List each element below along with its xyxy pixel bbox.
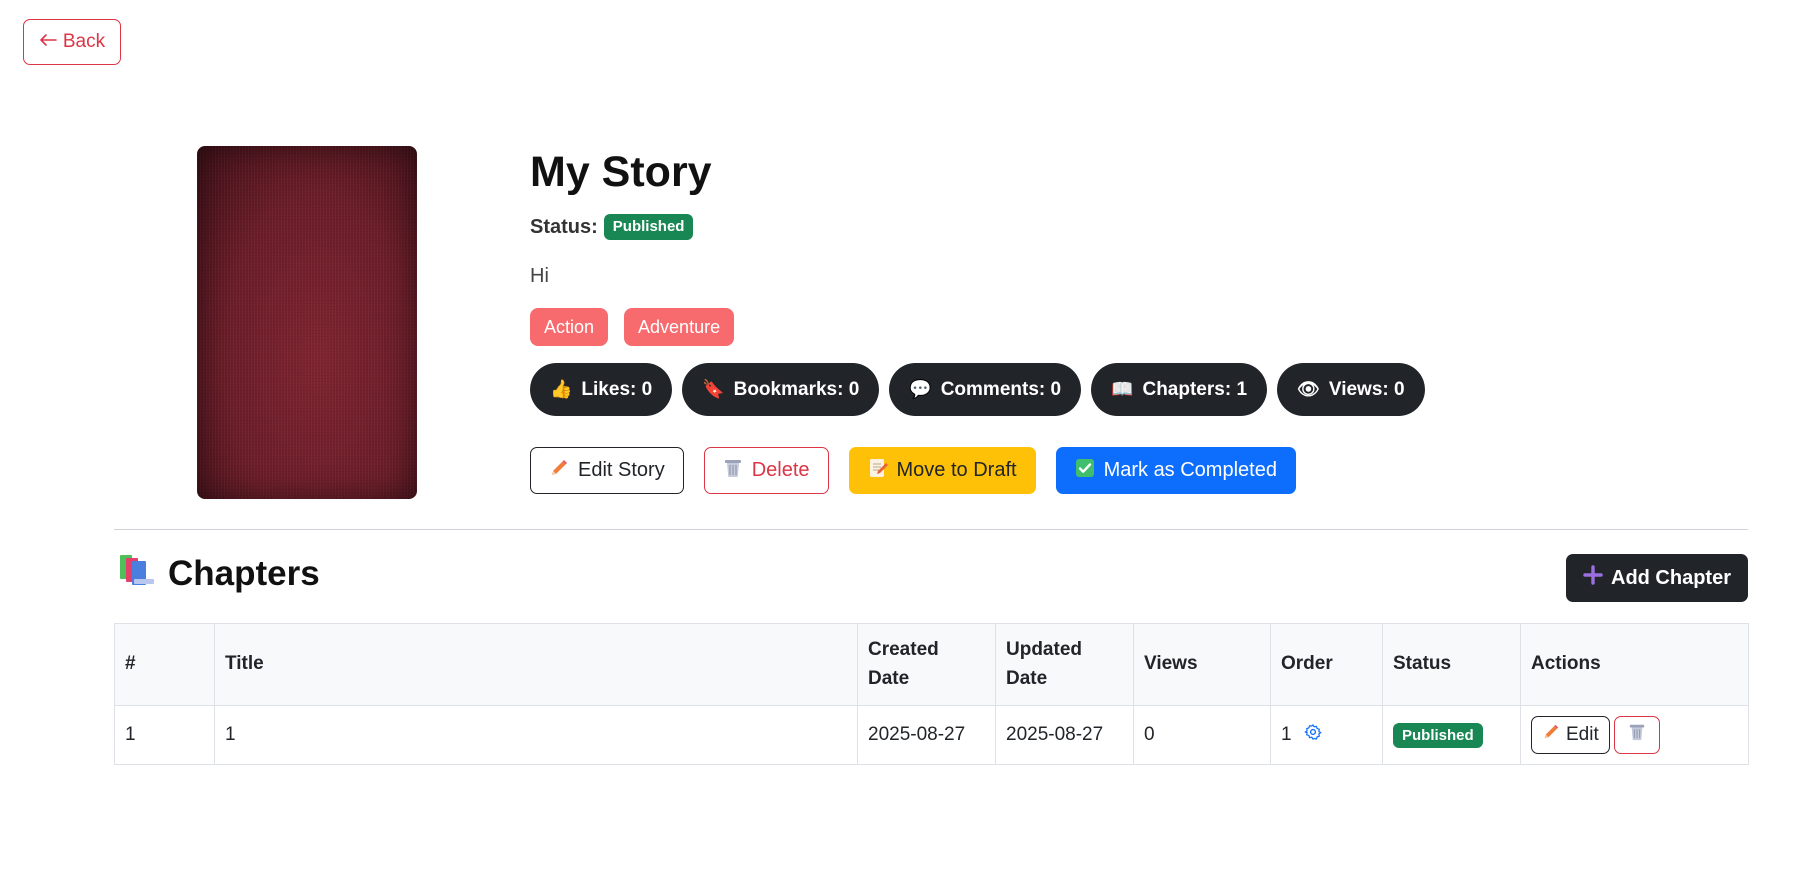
genre-tags: Action Adventure	[530, 308, 735, 346]
chapter-number: 1	[114, 705, 215, 765]
table-row: 1 1 2025-08-27 2025-08-27 0 1 Published	[114, 705, 1749, 765]
table-header-row: # Title Created Date Updated Date Views …	[114, 623, 1749, 706]
books-icon	[118, 551, 156, 596]
edit-story-label: Edit Story	[578, 459, 665, 481]
genre-tag-adventure[interactable]: Adventure	[624, 308, 735, 346]
chapter-views: 0	[1133, 705, 1271, 765]
chapters-heading: Chapters	[118, 551, 320, 596]
chapter-actions-cell: Edit	[1520, 705, 1749, 765]
genre-tag-action[interactable]: Action	[530, 308, 609, 346]
chapter-order: 1	[1281, 724, 1292, 745]
column-header-number: #	[114, 623, 215, 706]
delete-story-label: Delete	[751, 459, 810, 481]
chapter-order-cell: 1	[1270, 705, 1383, 765]
chapter-title[interactable]: 1	[214, 705, 858, 765]
column-header-title: Title	[214, 623, 858, 706]
chapters-table: # Title Created Date Updated Date Views …	[114, 623, 1749, 765]
move-to-draft-button[interactable]: Move to Draft	[848, 447, 1036, 494]
move-to-draft-label: Move to Draft	[896, 459, 1017, 481]
delete-story-button[interactable]: Delete	[703, 447, 829, 494]
add-chapter-button[interactable]: Add Chapter	[1566, 554, 1748, 602]
chapter-status-cell: Published	[1382, 705, 1521, 765]
plus-icon	[1583, 565, 1603, 591]
chapters-heading-text: Chapters	[168, 553, 320, 593]
delete-chapter-button[interactable]	[1613, 716, 1660, 754]
story-stats: 👍 Likes: 0 🔖 Bookmarks: 0 💬 Comments: 0 …	[530, 363, 1425, 416]
open-book-icon: 📖	[1111, 378, 1134, 400]
back-label: Back	[62, 31, 106, 52]
wastebasket-icon	[1628, 722, 1646, 748]
chapter-created-date: 2025-08-27	[857, 705, 996, 765]
mark-completed-button[interactable]: Mark as Completed	[1055, 447, 1296, 494]
column-header-actions: Actions	[1520, 623, 1749, 706]
column-header-created-date: Created Date	[857, 623, 996, 706]
comments-label: Comments: 0	[940, 378, 1062, 400]
status-label: Status:	[530, 215, 598, 238]
bookmarks-stat: 🔖 Bookmarks: 0	[682, 363, 880, 416]
mark-completed-label: Mark as Completed	[1103, 459, 1277, 481]
chapters-count-label: Chapters: 1	[1142, 378, 1248, 400]
arrow-left-icon	[39, 31, 57, 53]
chapter-status-badge: Published	[1393, 723, 1483, 748]
chapter-updated-date: 2025-08-27	[995, 705, 1134, 765]
story-status: Status: Published	[530, 214, 694, 240]
memo-icon	[868, 457, 888, 485]
edit-chapter-label: Edit	[1566, 724, 1599, 745]
gear-icon[interactable]	[1304, 723, 1322, 747]
back-button[interactable]: Back	[23, 19, 121, 65]
story-cover-image	[197, 146, 417, 499]
edit-story-button[interactable]: Edit Story	[530, 447, 684, 494]
wastebasket-icon	[723, 457, 743, 485]
pencil-icon	[1542, 723, 1560, 747]
thumbs-up-icon: 👍	[550, 378, 573, 400]
check-box-icon	[1075, 458, 1095, 484]
pencil-icon	[549, 458, 569, 484]
bookmark-tag-icon: 🔖	[702, 378, 725, 400]
likes-stat: 👍 Likes: 0	[530, 363, 673, 416]
section-divider	[114, 529, 1748, 530]
chapters-stat: 📖 Chapters: 1	[1091, 363, 1268, 416]
bookmarks-label: Bookmarks: 0	[733, 378, 860, 400]
speech-bubble-icon: 💬	[909, 378, 932, 400]
views-stat: 👁 Views: 0	[1277, 363, 1425, 416]
views-label: Views: 0	[1328, 378, 1405, 400]
comments-stat: 💬 Comments: 0	[889, 363, 1082, 416]
story-title: My Story	[530, 148, 712, 196]
story-actions: Edit Story Delete Move to Draft Mark as …	[530, 447, 1296, 494]
column-header-views: Views	[1133, 623, 1271, 706]
add-chapter-label: Add Chapter	[1611, 566, 1731, 589]
column-header-updated-date: Updated Date	[995, 623, 1134, 706]
story-description: Hi	[530, 265, 549, 287]
column-header-order: Order	[1270, 623, 1383, 706]
status-badge: Published	[603, 214, 694, 240]
likes-label: Likes: 0	[581, 378, 653, 400]
eye-icon: 👁	[1297, 378, 1320, 400]
column-header-status: Status	[1382, 623, 1521, 706]
edit-chapter-button[interactable]: Edit	[1531, 716, 1610, 754]
